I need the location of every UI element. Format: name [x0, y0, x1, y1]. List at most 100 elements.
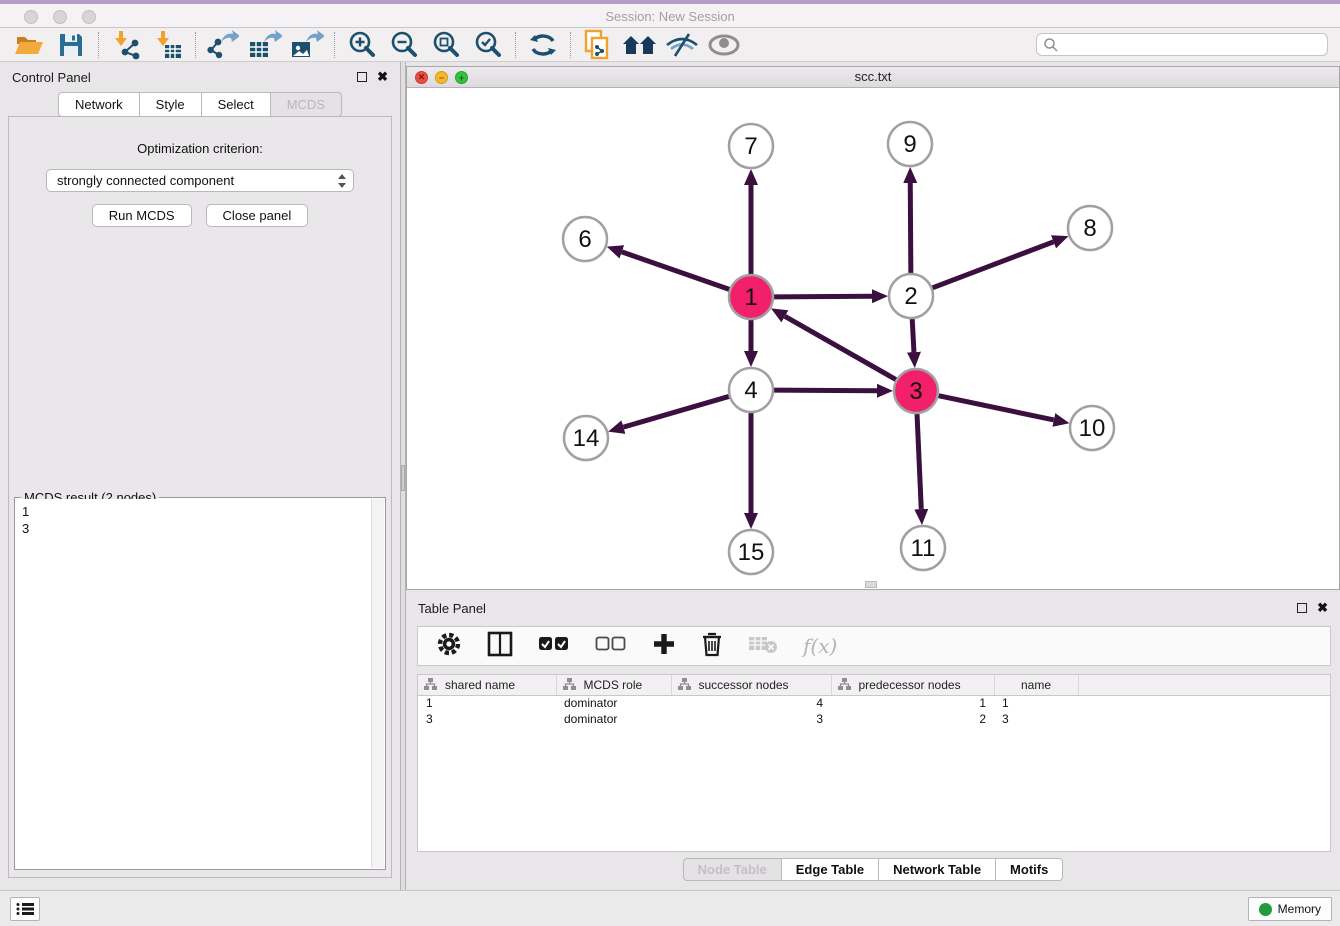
zoom-fit-icon[interactable] [425, 30, 467, 60]
toolbar-separator [98, 32, 99, 58]
network-graph[interactable]: 7 9 6 8 1 2 4 3 14 10 15 11 [407, 88, 1339, 589]
tab-edge-table[interactable]: Edge Table [782, 858, 879, 881]
table-row[interactable]: 1dominator411 [418, 695, 1330, 711]
cell-shared-name[interactable]: 1 [418, 695, 556, 711]
optimization-criterion-label: Optimization criterion: [137, 141, 263, 156]
tab-network[interactable]: Network [58, 92, 140, 117]
node-1[interactable]: 1 [729, 275, 773, 319]
export-table-icon[interactable] [244, 30, 286, 60]
task-history-button[interactable] [10, 897, 40, 921]
optimization-criterion-value: strongly connected component [57, 173, 335, 188]
edge-3-11[interactable] [917, 414, 921, 509]
open-session-icon[interactable] [8, 30, 50, 60]
edge-1-6[interactable] [622, 252, 729, 290]
node-15[interactable]: 15 [729, 530, 773, 574]
edge-1-2[interactable] [774, 296, 872, 297]
column-header-successor-nodes[interactable]: successor nodes [671, 675, 831, 695]
hide-panel-icon[interactable] [661, 30, 703, 60]
export-network-icon[interactable] [202, 30, 244, 60]
tab-mcds[interactable]: MCDS [271, 92, 342, 117]
cell-successor-nodes[interactable]: 4 [671, 695, 831, 711]
control-panel-header: Control Panel ✖ [0, 62, 400, 92]
network-overview-icon[interactable] [619, 30, 661, 60]
splitter-handle[interactable] [401, 465, 405, 491]
edge-4-14[interactable] [623, 396, 728, 427]
edge-2-9[interactable] [910, 183, 911, 273]
node-4[interactable]: 4 [729, 368, 773, 412]
close-panel-button[interactable]: Close panel [206, 204, 309, 227]
cell-shared-name[interactable]: 3 [418, 711, 556, 727]
zoom-in-icon[interactable] [341, 30, 383, 60]
search-input[interactable] [1059, 38, 1321, 52]
deselect-all-icon[interactable] [595, 636, 627, 657]
table-panel-header: Table Panel ✖ [406, 596, 1340, 620]
column-header-MCDS-role[interactable]: MCDS role [556, 675, 671, 695]
cell-successor-nodes[interactable]: 3 [671, 711, 831, 727]
node-11[interactable]: 11 [901, 526, 945, 570]
node-6[interactable]: 6 [563, 217, 607, 261]
edge-2-3[interactable] [912, 319, 914, 352]
refresh-icon[interactable] [522, 30, 564, 60]
zoom-selected-icon[interactable] [467, 30, 509, 60]
duplicate-network-icon[interactable] [577, 30, 619, 60]
cell-MCDS-role[interactable]: dominator [556, 711, 671, 727]
cell-predecessor-nodes[interactable]: 1 [831, 695, 994, 711]
tab-style[interactable]: Style [140, 92, 202, 117]
mcds-result-list[interactable]: 1 3 [16, 499, 371, 868]
node-9[interactable]: 9 [888, 122, 932, 166]
close-panel-icon[interactable]: ✖ [377, 72, 388, 82]
float-panel-icon[interactable] [357, 72, 367, 82]
delete-icon[interactable] [701, 631, 723, 662]
import-network-icon[interactable] [105, 30, 147, 60]
table-row[interactable]: 3dominator323 [418, 711, 1330, 727]
network-maximize-button[interactable]: + [455, 71, 468, 84]
network-window-titlebar[interactable]: ✕ − + scc.txt [407, 67, 1339, 88]
column-header-name[interactable]: name [994, 675, 1078, 695]
column-type-icon [424, 678, 437, 691]
cell-MCDS-role[interactable]: dominator [556, 695, 671, 711]
tab-motifs[interactable]: Motifs [996, 858, 1063, 881]
svg-text:9: 9 [903, 131, 916, 158]
result-scrollbar[interactable] [371, 499, 384, 868]
network-minimize-button[interactable]: − [435, 71, 448, 84]
zoom-out-icon[interactable] [383, 30, 425, 60]
cell-name[interactable]: 1 [994, 695, 1078, 711]
node-3[interactable]: 3 [894, 369, 938, 413]
network-close-button[interactable]: ✕ [415, 71, 428, 84]
node-7[interactable]: 7 [729, 124, 773, 168]
show-panel-icon[interactable] [703, 30, 745, 60]
node-table[interactable]: shared nameMCDS rolesuccessor nodesprede… [417, 674, 1331, 852]
table-panel-title: Table Panel [418, 601, 486, 616]
edge-2-8[interactable] [933, 242, 1054, 288]
memory-button[interactable]: Memory [1248, 897, 1332, 921]
edge-3-10[interactable] [939, 396, 1054, 420]
export-image-icon[interactable] [286, 30, 328, 60]
cell-name[interactable]: 3 [994, 711, 1078, 727]
cell-predecessor-nodes[interactable]: 2 [831, 711, 994, 727]
run-mcds-button[interactable]: Run MCDS [92, 204, 192, 227]
node-14[interactable]: 14 [564, 416, 608, 460]
gear-icon[interactable] [436, 631, 462, 662]
search-field[interactable] [1036, 33, 1328, 56]
tab-node-table[interactable]: Node Table [683, 858, 782, 881]
optimization-criterion-select[interactable]: strongly connected component [46, 169, 354, 192]
add-column-icon[interactable] [652, 632, 676, 661]
node-2[interactable]: 2 [889, 274, 933, 318]
edge-4-3[interactable] [774, 390, 877, 391]
split-view-icon[interactable] [487, 631, 513, 662]
close-table-panel-icon[interactable]: ✖ [1317, 603, 1328, 613]
node-10[interactable]: 10 [1070, 406, 1114, 450]
import-table-icon[interactable] [147, 30, 189, 60]
select-all-icon[interactable] [538, 636, 570, 657]
canvas-scroll-thumb[interactable] [865, 581, 877, 588]
save-session-icon[interactable] [50, 30, 92, 60]
column-header-predecessor-nodes[interactable]: predecessor nodes [831, 675, 994, 695]
edge-3-1[interactable] [785, 316, 896, 379]
network-canvas[interactable]: 7 9 6 8 1 2 4 3 14 10 15 11 [407, 88, 1339, 589]
float-table-panel-icon[interactable] [1297, 603, 1307, 613]
column-header-shared-name[interactable]: shared name [418, 675, 556, 695]
node-8[interactable]: 8 [1068, 206, 1112, 250]
tab-select[interactable]: Select [202, 92, 271, 117]
app-titlebar: Session: New Session [0, 0, 1340, 28]
tab-network-table[interactable]: Network Table [879, 858, 996, 881]
